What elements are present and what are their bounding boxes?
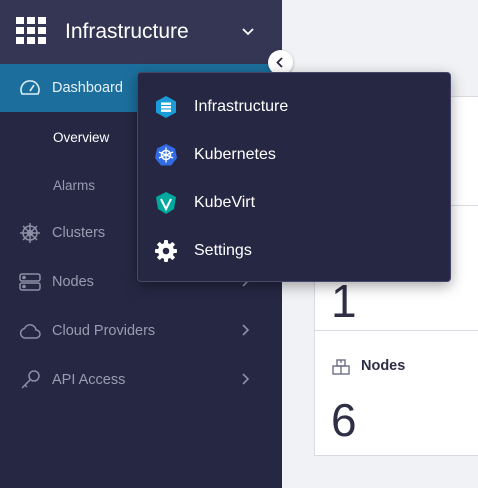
sidebar-item-label: Clusters <box>52 225 106 241</box>
menu-item-label: Infrastructure <box>194 98 289 115</box>
chevron-right-icon <box>238 372 252 386</box>
sidebar-item-cloud-providers[interactable]: Cloud Providers <box>0 307 282 355</box>
sidebar-item-label: API Access <box>52 372 126 388</box>
cloud-icon <box>18 319 42 343</box>
sidebar-item-label: Dashboard <box>52 80 123 96</box>
sidebar-subitem-label: Overview <box>53 130 110 145</box>
chevron-left-icon <box>276 57 283 68</box>
menu-item-kubevirt[interactable]: KubeVirt <box>138 179 450 227</box>
chevron-right-icon <box>238 323 252 337</box>
server-icon <box>18 270 42 294</box>
menu-item-kubernetes[interactable]: Kubernetes <box>138 131 450 179</box>
sidebar-subitem-label: Alarms <box>53 178 96 193</box>
nodes-count: 6 <box>331 394 357 446</box>
menu-item-label: Settings <box>194 242 252 259</box>
helm-wheel-icon <box>18 221 42 245</box>
app-switcher-menu: Infrastructure Kubernetes KubeVirt Setti… <box>137 72 451 282</box>
sidebar-item-api-access[interactable]: API Access <box>0 356 282 404</box>
nodes-card[interactable]: Nodes 6 <box>314 330 478 456</box>
app-title: Infrastructure <box>65 20 189 43</box>
kubernetes-icon <box>154 143 178 167</box>
menu-item-infrastructure[interactable]: Infrastructure <box>138 83 450 131</box>
app-switcher[interactable]: Infrastructure <box>0 0 282 64</box>
clusters-count: 1 <box>331 275 357 327</box>
kubevirt-icon <box>154 191 178 215</box>
sidebar-item-label: Cloud Providers <box>52 323 156 339</box>
menu-item-label: KubeVirt <box>194 194 256 211</box>
nodes-card-title: Nodes <box>361 358 406 374</box>
infrastructure-stack-icon <box>154 95 178 119</box>
menu-item-label: Kubernetes <box>194 146 276 163</box>
grid-icon <box>16 17 46 45</box>
nodes-card-icon <box>331 357 351 377</box>
sidebar-item-label: Nodes <box>52 274 94 290</box>
menu-item-settings[interactable]: Settings <box>138 227 450 275</box>
key-icon <box>18 368 42 392</box>
gear-icon <box>154 239 178 263</box>
chevron-down-icon[interactable] <box>240 24 256 40</box>
dashboard-gauge-icon <box>18 76 42 100</box>
